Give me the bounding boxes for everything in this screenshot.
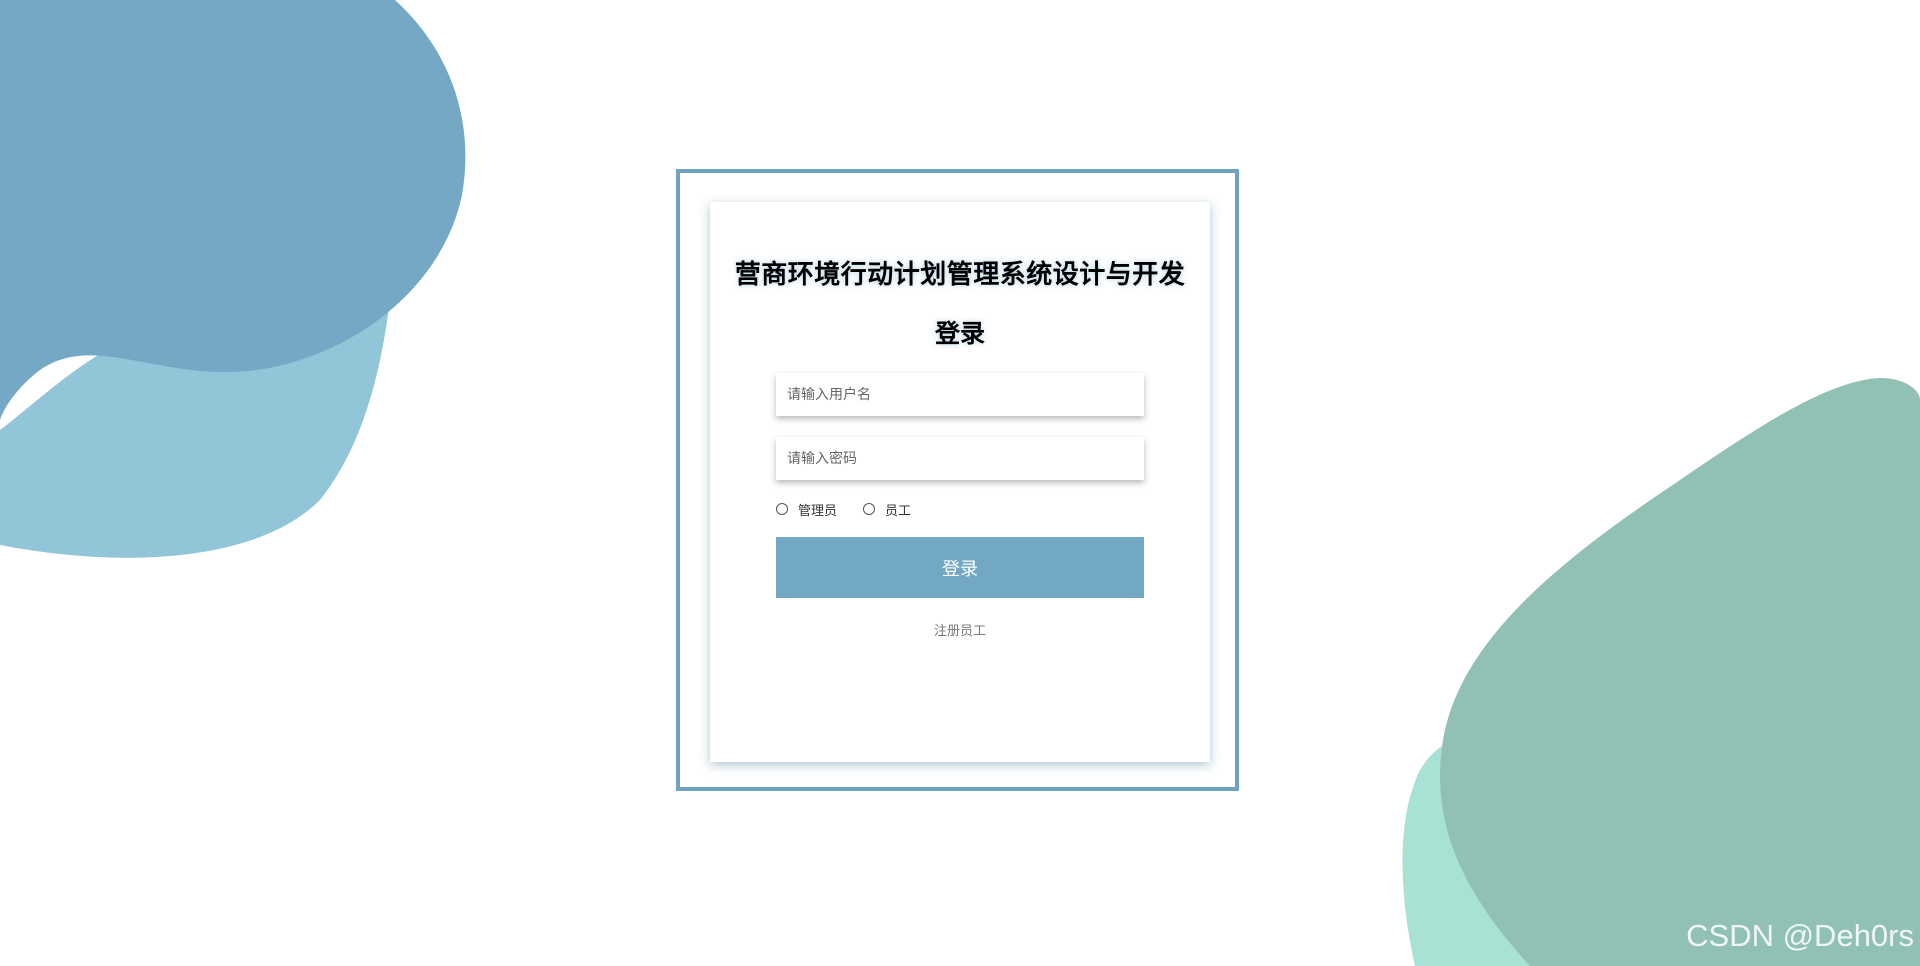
- watermark: CSDN @Deh0rs: [1686, 918, 1914, 953]
- page-title: 营商环境行动计划管理系统设计与开发: [734, 260, 1186, 290]
- password-input[interactable]: [776, 437, 1144, 480]
- username-input[interactable]: [776, 373, 1144, 416]
- role-option-admin[interactable]: 管理员: [776, 500, 837, 519]
- role-option-employee[interactable]: 员工: [863, 500, 911, 519]
- login-card: 营商环境行动计划管理系统设计与开发 登录 管理员 员工 登录 注册员工: [710, 202, 1210, 762]
- login-button[interactable]: 登录: [776, 537, 1144, 598]
- admin-radio-label: 管理员: [798, 503, 838, 519]
- role-selector: 管理员 员工: [776, 499, 937, 519]
- employee-radio-label: 员工: [885, 503, 912, 519]
- blob-top-left-dark: [0, 0, 466, 420]
- blob-bottom-right-dark: [1440, 378, 1920, 966]
- register-employee-link[interactable]: 注册员工: [710, 620, 1210, 639]
- employee-radio[interactable]: [863, 503, 876, 515]
- admin-radio[interactable]: [776, 503, 788, 515]
- login-heading: 登录: [934, 319, 985, 348]
